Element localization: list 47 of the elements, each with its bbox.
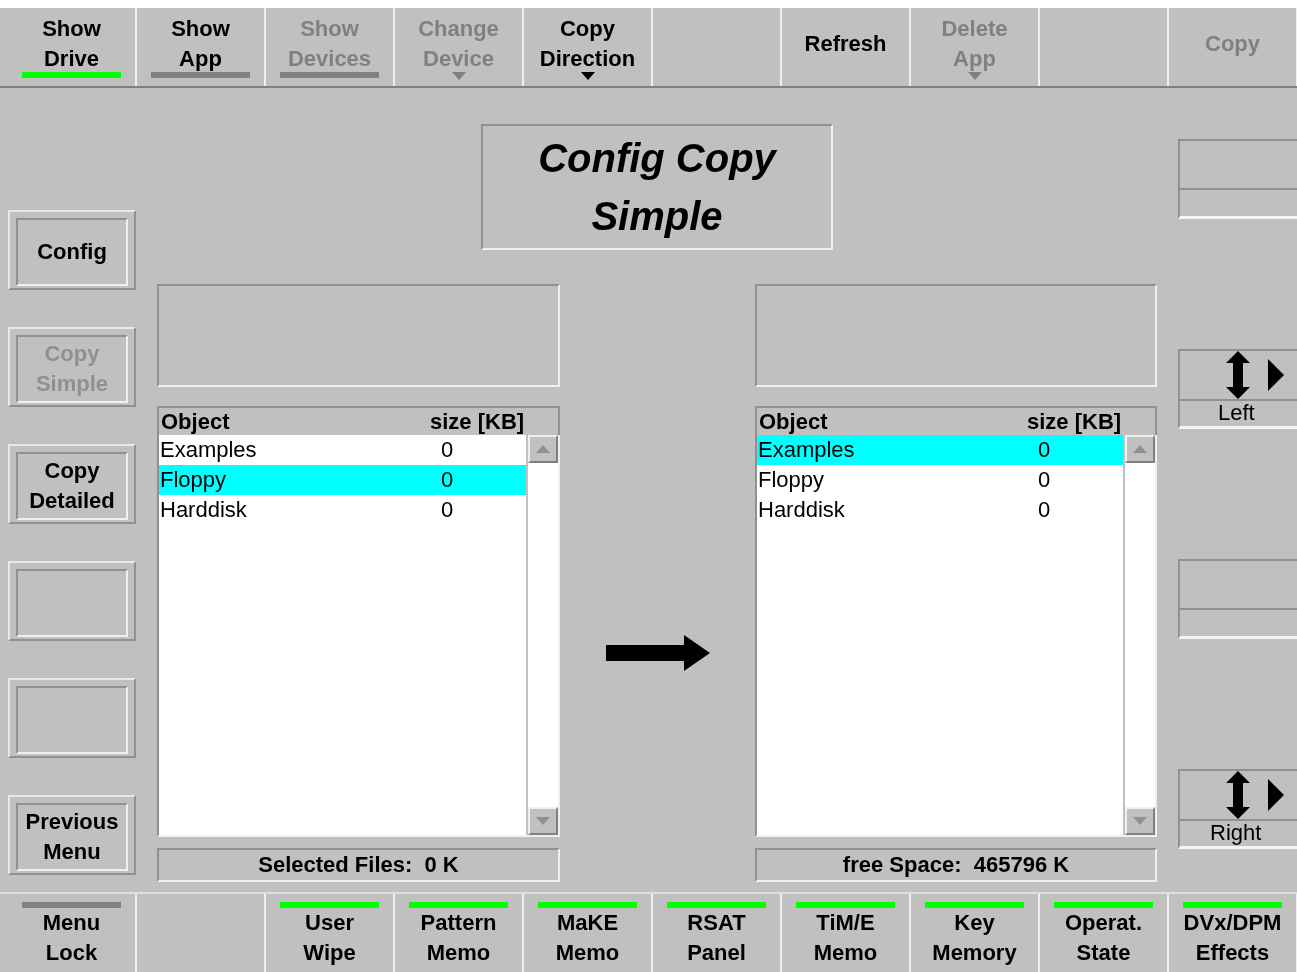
scrollbar[interactable] [526,435,558,835]
object-name: Harddisk [159,497,248,523]
up-down-arrow-icon [1226,771,1250,819]
object-size: 0 [1037,497,1052,523]
down-triangle-icon [536,817,550,825]
list-row[interactable]: Examples 0 [757,435,1123,465]
scrollbar[interactable] [1123,435,1155,835]
down-triangle-icon [1133,817,1147,825]
object-size: 0 [1037,437,1052,463]
column-header: Object [758,408,829,435]
status-field: free Space: 465796 K [755,848,1157,882]
side-selector[interactable]: Right [1178,769,1297,849]
selector-label: Left [1217,401,1256,427]
up-down-arrow-icon [1226,351,1250,399]
status-field: Selected Files: 0 K [157,848,560,882]
column-header: size [KB] [429,408,526,435]
right-triangle-icon [1268,359,1284,391]
menu-button[interactable]: Previous Menu [8,795,136,875]
menu-button[interactable]: Config [8,210,136,290]
blank-button[interactable] [8,678,136,758]
arrow-icon [603,633,712,673]
blank-button[interactable] [8,561,136,641]
object-size: 0 [440,437,455,463]
column-header: size [KB] [1026,408,1123,435]
column-header: Object [160,408,231,435]
scroll-up-button[interactable] [528,435,558,463]
object-name: Floppy [757,467,826,493]
object-name: Harddisk [757,497,846,523]
selector-label: Right [1209,821,1263,847]
side-selector[interactable]: Left [1178,349,1297,429]
object-name: Examples [757,437,856,463]
blank-selector[interactable] [1178,559,1297,639]
menu-button[interactable]: Copy Detailed [8,444,136,524]
up-triangle-icon [536,445,550,453]
object-name: Examples [159,437,258,463]
up-triangle-icon [1133,445,1147,453]
object-size: 0 [440,497,455,523]
scroll-up-button[interactable] [1125,435,1155,463]
page-title: Config Copy Simple [481,124,833,250]
scroll-down-button[interactable] [1125,807,1155,835]
object-name: Floppy [159,467,228,493]
object-size: 0 [440,467,455,493]
list-row[interactable]: Floppy 0 [159,465,526,495]
blank-selector[interactable] [1178,139,1297,219]
scroll-down-button[interactable] [528,807,558,835]
object-size: 0 [1037,467,1052,493]
right-triangle-icon [1268,779,1284,811]
